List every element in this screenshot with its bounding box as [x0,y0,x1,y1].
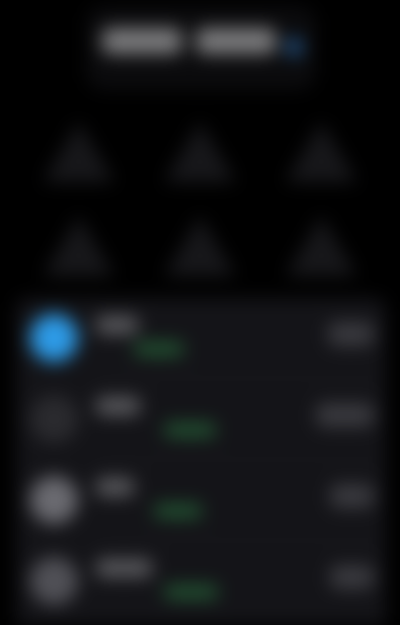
list-item-title [96,478,134,496]
list-item-value [330,484,374,508]
triangle-icon [164,215,236,277]
header-right-text [196,28,276,54]
grid-tile[interactable] [261,199,382,293]
dot-icon [286,38,302,56]
circle-icon [30,314,78,362]
list-item-title [96,397,140,415]
list-item-value [328,322,374,346]
list-item-title [96,559,152,577]
grid-tile[interactable] [18,199,139,293]
triangle-icon [42,215,115,277]
list-panel [16,298,386,625]
tile-grid [18,105,382,293]
list-item[interactable] [16,298,386,378]
list-item-subtitle [134,342,184,356]
triangle-icon [285,121,358,183]
list-item[interactable] [16,379,386,459]
triangle-icon [164,121,236,183]
triangle-icon [285,215,358,277]
header-content [102,28,276,54]
list-item-value [330,565,374,589]
list-item[interactable] [16,460,386,540]
grid-tile[interactable] [261,105,382,199]
list-item-subtitle [154,504,202,518]
header-pill[interactable] [86,6,316,90]
list-item-subtitle [164,585,218,599]
grid-tile[interactable] [139,105,260,199]
list-item[interactable] [16,541,386,621]
circle-icon [30,395,78,443]
header-left-text [102,28,182,54]
grid-tile[interactable] [139,199,260,293]
app-screen [0,0,400,625]
list-item-title [96,316,138,334]
triangle-icon [42,121,115,183]
list-item-subtitle [164,423,216,437]
grid-tile[interactable] [18,105,139,199]
circle-icon [30,557,78,605]
circle-icon [30,476,78,524]
list-item-value [316,403,374,427]
